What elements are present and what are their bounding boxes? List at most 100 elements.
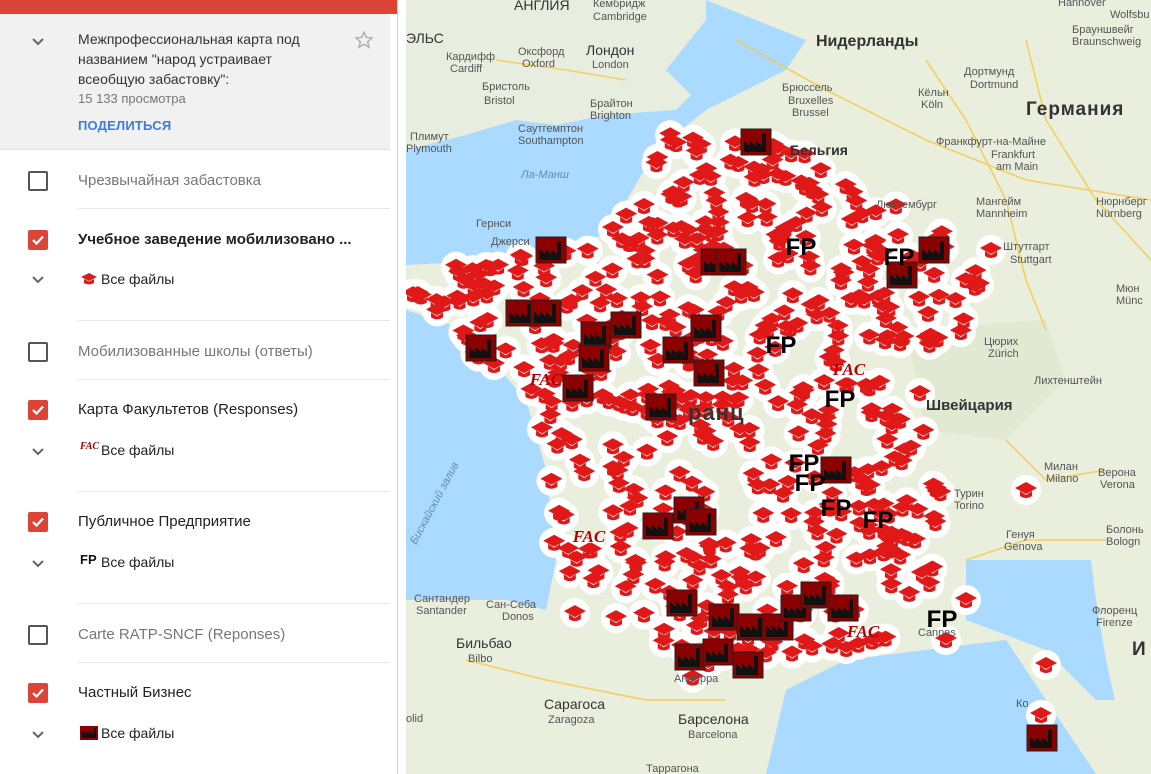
map-label: Milano	[1046, 473, 1078, 485]
map-label: Mannheim	[976, 208, 1027, 220]
layer-checkbox[interactable]	[28, 400, 48, 420]
map-label: Андорра	[674, 673, 719, 685]
chevron-down-icon[interactable]	[29, 270, 47, 288]
map-label: Сан-Себа	[486, 599, 537, 611]
map-label: am Main	[996, 161, 1038, 173]
star-icon[interactable]	[354, 30, 374, 50]
legend-label: Все файлы	[101, 725, 175, 741]
map-label: Genova	[1004, 541, 1043, 553]
map-header: Межпрофессиональная карта под названием …	[0, 14, 390, 150]
layer-label: Carte RATP-SNCF (Reponses)	[78, 626, 286, 643]
divider	[78, 603, 390, 604]
map-label: Münc	[1116, 295, 1143, 307]
map-label: Кёльн	[918, 87, 949, 99]
chevron-down-icon[interactable]	[29, 442, 47, 460]
map-label: Оксфорд	[518, 46, 565, 58]
map-label: Бискайский залив	[408, 460, 462, 546]
panel-scrollbar[interactable]	[397, 0, 398, 774]
layer-checkbox[interactable]	[28, 342, 48, 362]
map-label: Германия	[1026, 99, 1124, 120]
fp-marker[interactable]: FP	[884, 244, 915, 271]
map-canvas[interactable]: FP FP FP FP FP FP FP FP FP FAC FAC FAC FAC АНГЛИЯ Ке…	[406, 0, 1151, 774]
map-label: Cannes	[918, 627, 956, 639]
map-label: Zaragoza	[548, 714, 595, 726]
view-count: 15 133 просмотра	[78, 91, 186, 106]
map-label: Болонь	[1106, 524, 1144, 536]
layer-row-faculties[interactable]: Карта Факультетов (Responses)	[0, 390, 390, 430]
layer-row-mobilized-schools[interactable]: Мобилизованные школы (ответы)	[0, 331, 390, 371]
map-label: Бельгия	[790, 142, 848, 158]
map-label: Ко	[1016, 698, 1029, 710]
map-label: Brussel	[792, 107, 829, 119]
map-label: Дортмунд	[964, 66, 1015, 78]
layer-label: Учебное заведение мобилизовано ...	[78, 231, 352, 248]
layer-row-school-mobilized[interactable]: Учебное заведение мобилизовано ...	[0, 220, 390, 260]
map-label: Флоренц	[1092, 605, 1138, 617]
chevron-down-icon[interactable]	[29, 554, 47, 572]
map-label: Bruxelles	[788, 95, 834, 107]
map-label: Verona	[1100, 479, 1136, 491]
map-svg[interactable]: FP FPFPFPFPFPFP FPFPFACFACFACFAC АНГЛИЯ Ке…	[406, 0, 1151, 774]
layer-label: Публичное Предприятие	[78, 513, 251, 530]
fac-marker[interactable]: FAC	[529, 370, 563, 389]
fp-marker[interactable]: FP	[825, 386, 856, 413]
chevron-down-icon[interactable]	[29, 32, 47, 50]
map-label: Firenze	[1096, 617, 1133, 629]
map-label: Brighton	[590, 110, 631, 122]
map-label: Саутгемптон	[518, 123, 583, 135]
panel-top-bar	[0, 0, 398, 14]
fac-marker[interactable]: FAC	[572, 527, 606, 546]
layer-label: Чрезвычайная забастовка	[78, 172, 261, 189]
map-label: Штутгарт	[1003, 241, 1050, 253]
map-label: АНГЛИЯ	[514, 0, 570, 13]
map-label: Лондон	[586, 42, 634, 58]
map-label: Франкфурт-на-Майне	[936, 136, 1046, 148]
map-label: Мангейм	[976, 196, 1021, 208]
fac-icon: FAC	[80, 441, 100, 452]
map-label: Donos	[502, 611, 534, 623]
map-label: Нюрнберг	[1096, 196, 1147, 208]
layer-row-ratp-sncf[interactable]: Carte RATP-SNCF (Reponses)	[0, 614, 390, 654]
layer-checkbox[interactable]	[28, 683, 48, 703]
map-label: И	[1132, 639, 1147, 660]
map-label: Таррагона	[646, 763, 700, 774]
legend-label: Все файлы	[101, 442, 175, 458]
fp-marker[interactable]: FP	[821, 495, 852, 522]
map-label: Брюссель	[782, 82, 833, 94]
map-label: Сарагоса	[544, 696, 605, 712]
layer-checkbox[interactable]	[28, 171, 48, 191]
map-label: Бристоль	[482, 81, 530, 93]
map-label: Bilbo	[468, 653, 492, 665]
map-label: Брауншвейг	[1072, 24, 1134, 36]
layer-row-private-business[interactable]: Частный Бизнес	[0, 673, 390, 713]
legend-label: Все файлы	[101, 554, 175, 570]
layer-row-emergency-strike[interactable]: Чрезвычайная забастовка	[0, 160, 390, 200]
divider	[78, 320, 390, 321]
map-label: Nürnberg	[1096, 208, 1142, 220]
share-button[interactable]: ПОДЕЛИТЬСЯ	[78, 118, 171, 133]
map-label: Braunschweig	[1072, 36, 1141, 48]
fp-marker[interactable]: FP	[863, 507, 894, 534]
fp-marker[interactable]: FP	[795, 470, 826, 497]
map-label: Cambridge	[593, 11, 647, 23]
map-label: Кардифф	[446, 51, 495, 63]
chevron-down-icon[interactable]	[29, 725, 47, 743]
fac-marker[interactable]: FAC	[832, 360, 866, 379]
map-label: Барселона	[678, 711, 749, 727]
layer-checkbox[interactable]	[28, 512, 48, 532]
map-label: Cardiff	[450, 63, 483, 75]
divider	[78, 662, 390, 663]
map-label: Bologn	[1106, 536, 1140, 548]
layer-row-public-enterprise[interactable]: Публичное Предприятие	[0, 502, 390, 542]
layer-checkbox[interactable]	[28, 230, 48, 250]
map-label: ранц	[688, 400, 745, 425]
map-label: Dortmund	[970, 79, 1018, 91]
fp-marker[interactable]: FP	[786, 234, 817, 261]
map-label: olid	[406, 713, 423, 725]
factory-icon	[80, 726, 98, 740]
fac-marker[interactable]: FAC	[846, 622, 880, 641]
map-title: Межпрофессиональная карта под названием …	[78, 31, 300, 87]
layer-checkbox[interactable]	[28, 625, 48, 645]
map-label: Лихтенштейн	[1034, 375, 1102, 387]
fp-marker[interactable]: FP	[766, 332, 797, 359]
